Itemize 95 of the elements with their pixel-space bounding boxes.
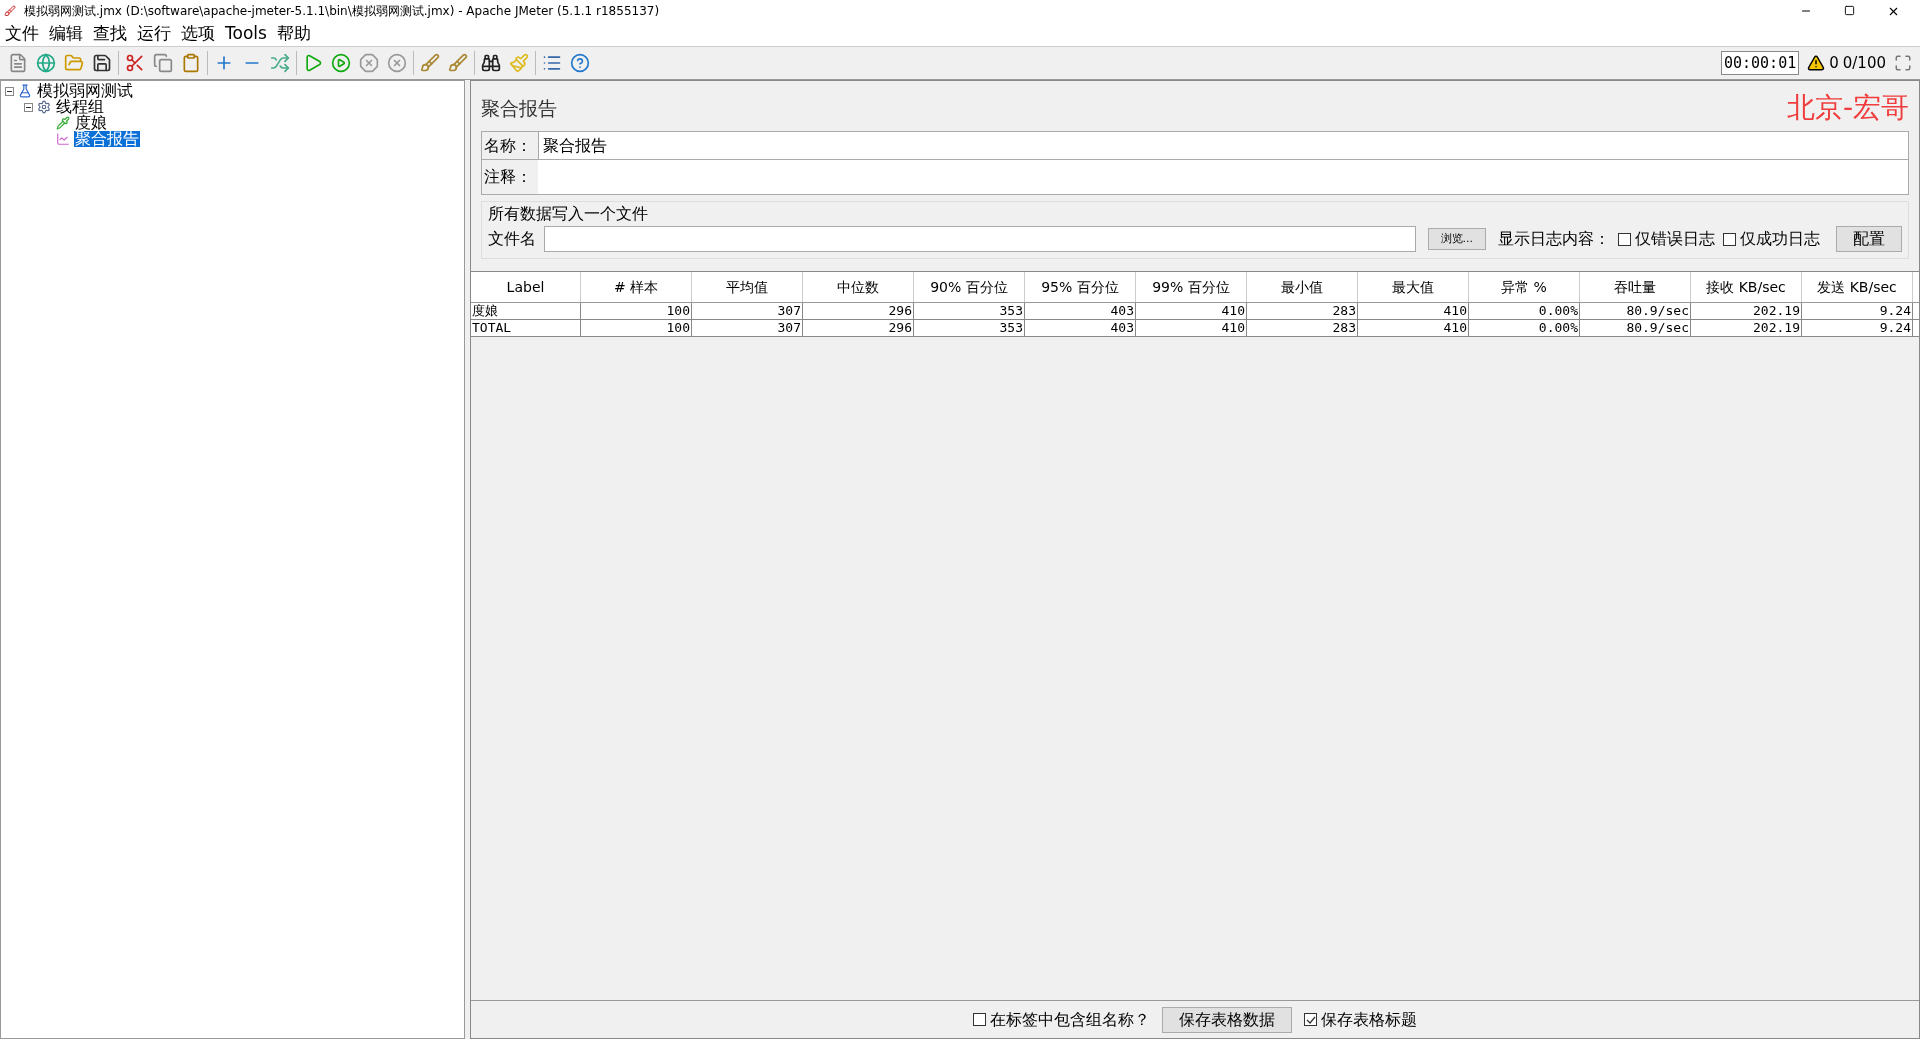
save-table-data-button[interactable]: 保存表格数据 <box>1162 1006 1292 1033</box>
collapse-toggle-icon[interactable] <box>24 102 33 112</box>
table-cell: 80.9/sec <box>1580 303 1691 319</box>
clear-icon[interactable] <box>420 53 440 73</box>
menu-item[interactable]: 帮助 <box>275 21 312 47</box>
checkbox-label: 仅错误日志 <box>1635 228 1715 250</box>
table-cell: 410 <box>1358 303 1469 319</box>
table-cell: 403 <box>1025 320 1136 336</box>
folder-icon[interactable] <box>64 53 84 73</box>
table-cell: 202.19 <box>1691 320 1802 336</box>
column-header[interactable]: 95% 百分位 <box>1025 272 1136 302</box>
table-cell: 307 <box>692 303 803 319</box>
search-icon[interactable] <box>481 53 501 73</box>
table-cell: 100 <box>581 320 692 336</box>
cut-icon[interactable] <box>125 53 145 73</box>
column-header[interactable]: 吞吐量 <box>1580 272 1691 302</box>
table-cell: 283 <box>1247 303 1358 319</box>
watermark-text: 北京-宏哥 <box>1786 90 1909 126</box>
checkbox[interactable] <box>1723 232 1736 246</box>
table-cell: 0.00% <box>1469 320 1580 336</box>
table-cell: 296 <box>803 303 914 319</box>
collapse-toggle-icon[interactable] <box>5 86 14 96</box>
new-file-icon[interactable] <box>8 53 28 73</box>
column-header[interactable]: 最小值 <box>1247 272 1358 302</box>
table-cell: TOTAL <box>471 320 581 336</box>
function-list-icon[interactable] <box>542 53 562 73</box>
column-header[interactable]: 最大值 <box>1358 272 1469 302</box>
table-cell: 353 <box>914 303 1025 319</box>
name-label: 名称： <box>482 132 538 159</box>
copy-icon[interactable] <box>153 53 173 73</box>
checkbox-label: 在标签中包含组名称？ <box>990 1008 1150 1031</box>
pipette-icon <box>56 116 70 130</box>
table-cell: 9.24 <box>1802 303 1913 319</box>
column-header[interactable]: 发送 KB/sec <box>1802 272 1913 302</box>
column-header[interactable]: 接收 KB/sec <box>1691 272 1802 302</box>
column-header[interactable]: 异常 % <box>1469 272 1580 302</box>
table-cell: 307 <box>692 320 803 336</box>
warning-icon[interactable] <box>1807 54 1826 72</box>
table-cell: 283 <box>1247 320 1358 336</box>
section-legend: 所有数据写入一个文件 <box>488 202 1902 226</box>
configure-button[interactable]: 配置 <box>1836 226 1902 252</box>
checkbox-label: 保存表格标题 <box>1321 1008 1417 1031</box>
table-cell: 0.00% <box>1469 303 1580 319</box>
menu-item[interactable]: 文件 <box>4 21 40 47</box>
table-cell: 410 <box>1136 320 1247 336</box>
tree-item[interactable]: 模拟弱网测试 <box>36 83 134 99</box>
table-cell: 296 <box>803 320 914 336</box>
checkbox[interactable] <box>1618 232 1631 246</box>
play-icon[interactable] <box>303 53 323 73</box>
menu-item[interactable]: 选项 <box>180 21 216 47</box>
comment-label: 注释： <box>482 160 538 194</box>
table-cell: 80.9/sec <box>1580 320 1691 336</box>
table-cell: 403 <box>1025 303 1136 319</box>
tree-item[interactable]: 度娘 <box>74 115 108 131</box>
checkbox-label: 仅成功日志 <box>1740 228 1820 250</box>
table-cell: 100 <box>581 303 692 319</box>
help-icon[interactable] <box>570 53 590 73</box>
clipboard-icon[interactable] <box>181 53 201 73</box>
table-cell: 410 <box>1358 320 1469 336</box>
elapsed-time: 00:00:01 <box>1720 50 1800 76</box>
menu-item[interactable]: 编辑 <box>48 21 84 47</box>
log-content-label: 显示日志内容： <box>1498 228 1610 250</box>
menu-item[interactable]: Tools <box>224 21 268 47</box>
column-header[interactable]: 中位数 <box>803 272 914 302</box>
stop-icon[interactable] <box>359 53 379 73</box>
checkbox[interactable] <box>973 1013 986 1026</box>
globe-icon[interactable] <box>36 53 56 73</box>
menu-item[interactable]: 查找 <box>92 21 128 47</box>
window-title: 模拟弱网测试.jmx (D:\software\apache-jmeter-5.1.1\bin\模拟弱网测试.jmx) - Apache JMeter (5.1.1 r1855137) <box>24 3 660 20</box>
save-icon[interactable] <box>92 53 112 73</box>
gear-icon <box>37 100 51 114</box>
table-cell: 9.24 <box>1802 320 1913 336</box>
flask-icon <box>18 84 32 98</box>
panel-title: 聚合报告 <box>481 95 557 121</box>
browse-button[interactable]: 浏览... <box>1427 228 1486 250</box>
table-cell: 353 <box>914 320 1025 336</box>
chart-icon <box>56 132 70 146</box>
warning-count: 0 <box>1829 52 1839 74</box>
table-cell: 202.19 <box>1691 303 1802 319</box>
file-name-label: 文件名 <box>488 228 536 250</box>
tree-item[interactable]: 聚合报告 <box>74 131 140 147</box>
column-header[interactable]: # 样本 <box>581 272 692 302</box>
checkbox[interactable] <box>1304 1013 1317 1026</box>
column-header[interactable]: 平均值 <box>692 272 803 302</box>
table-cell: 410 <box>1136 303 1247 319</box>
column-header[interactable]: 99% 百分位 <box>1136 272 1247 302</box>
name-field[interactable]: 聚合报告 <box>538 132 1908 159</box>
restore-icon[interactable] <box>1844 4 1855 16</box>
table-cell: 度娘 <box>471 303 581 319</box>
menu-item[interactable]: 运行 <box>136 21 172 47</box>
file-name-field[interactable] <box>544 226 1416 252</box>
thread-count: 0/100 <box>1842 52 1886 74</box>
tree-item[interactable]: 线程组 <box>55 99 105 115</box>
column-header[interactable]: 90% 百分位 <box>914 272 1025 302</box>
column-header[interactable]: Label <box>471 272 581 302</box>
